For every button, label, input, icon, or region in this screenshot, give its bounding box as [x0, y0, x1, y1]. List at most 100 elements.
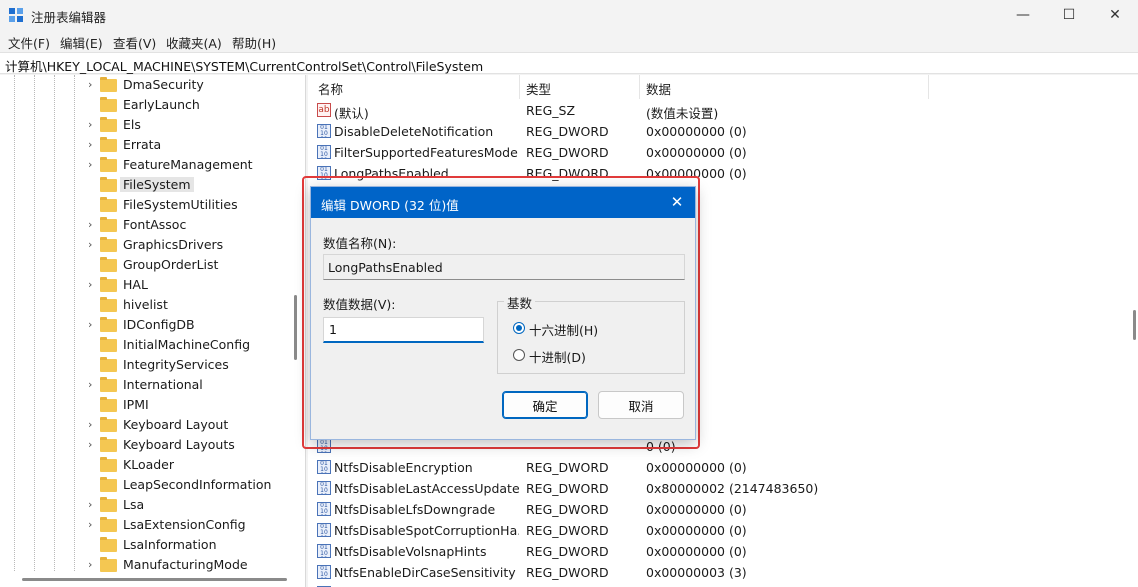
- ok-button[interactable]: 确定: [502, 391, 588, 419]
- value-type: REG_DWORD: [526, 502, 609, 517]
- chevron-right-icon[interactable]: ›: [88, 517, 98, 533]
- menu-favorites[interactable]: 收藏夹(A): [166, 33, 222, 52]
- value-row[interactable]: 01 10 01NtfsDisableVolsnapHints REG_DWORD…: [308, 541, 1138, 562]
- value-row[interactable]: 01 10 01NtfsDisableEncryption REG_DWORD 0x…: [308, 457, 1138, 478]
- minimize-button[interactable]: —: [1000, 0, 1046, 30]
- chevron-right-icon[interactable]: ›: [88, 77, 98, 93]
- value-row[interactable]: 01 10 01NtfsDisableSpotCorruptionHa... RE…: [308, 520, 1138, 541]
- value-type: REG_DWORD: [526, 460, 609, 475]
- dialog-title-bar[interactable]: 编辑 DWORD (32 位)值 ✕: [311, 187, 695, 218]
- chevron-right-icon[interactable]: ›: [88, 217, 98, 233]
- tree-item[interactable]: › Lsa: [88, 495, 298, 515]
- tree-item[interactable]: › International: [88, 375, 298, 395]
- tree-item-label: LeapSecondInformation: [123, 477, 272, 492]
- chevron-right-icon[interactable]: ›: [88, 317, 98, 333]
- tree-item-label: International: [123, 377, 203, 392]
- chevron-right-icon[interactable]: ›: [88, 157, 98, 173]
- tree-item[interactable]: LeapSecondInformation: [88, 475, 298, 495]
- tree-guide-line: [14, 75, 15, 587]
- value-name: FilterSupportedFeaturesMode: [334, 145, 518, 160]
- folder-icon: [100, 497, 117, 512]
- column-separator[interactable]: [639, 75, 640, 99]
- tree-item[interactable]: EarlyLaunch: [88, 95, 298, 115]
- close-icon: ✕: [1109, 7, 1121, 23]
- value-row[interactable]: 01 10 01NtfsEncryptPagingFileREG_DWORD0x…: [308, 583, 1138, 587]
- key-tree-pane[interactable]: › DmaSecurity EarlyLaunch › Els › Errata › Featu…: [0, 75, 306, 587]
- value-row[interactable]: 01 10 01NtfsDisableLastAccessUpdate REG_D…: [308, 478, 1138, 499]
- tree-item[interactable]: FileSystemUtilities: [88, 195, 298, 215]
- tree-item[interactable]: InitialMachineConfig: [88, 335, 298, 355]
- value-row[interactable]: 01 10 01FilterSupportedFeaturesMode REG_D…: [308, 142, 1138, 163]
- column-separator[interactable]: [928, 75, 929, 99]
- chevron-right-icon[interactable]: ›: [88, 137, 98, 153]
- tree-item[interactable]: › LsaExtensionConfig: [88, 515, 298, 535]
- tree-item[interactable]: › GraphicsDrivers: [88, 235, 298, 255]
- menu-help[interactable]: 帮助(H): [232, 33, 276, 52]
- radio-hex[interactable]: [513, 322, 525, 334]
- value-row[interactable]: 01 10 01NtfsDisableLfsDowngrade REG_DWORD…: [308, 499, 1138, 520]
- column-separator[interactable]: [519, 75, 520, 99]
- tree-item[interactable]: KLoader: [88, 455, 298, 475]
- column-header-name[interactable]: 名称: [318, 79, 343, 98]
- chevron-right-icon[interactable]: ›: [88, 277, 98, 293]
- string-value-icon: ab: [317, 103, 331, 117]
- tree-item[interactable]: LsaInformation: [88, 535, 298, 555]
- tree-item[interactable]: FileSystem: [88, 175, 298, 195]
- chevron-right-icon[interactable]: ›: [88, 497, 98, 513]
- tree-item[interactable]: › DmaSecurity: [88, 75, 298, 95]
- value-row[interactable]: ab (默认) REG_SZ (数值未设置): [308, 100, 1138, 121]
- radio-decimal-label[interactable]: 十进制(D): [529, 347, 586, 366]
- list-scrollbar-thumb[interactable]: [1133, 310, 1136, 340]
- tree-item-label: InitialMachineConfig: [123, 337, 251, 352]
- tree-item[interactable]: › Errata: [88, 135, 298, 155]
- address-bar[interactable]: 计算机\HKEY_LOCAL_MACHINE\SYSTEM\CurrentCon…: [0, 52, 1138, 74]
- tree-item[interactable]: GroupOrderList: [88, 255, 298, 275]
- column-header-type[interactable]: 类型: [526, 79, 551, 98]
- value-type: REG_DWORD: [526, 145, 609, 160]
- chevron-right-icon[interactable]: ›: [88, 377, 98, 393]
- tree-item[interactable]: IPMI: [88, 395, 298, 415]
- tree-guide-line: [34, 75, 35, 587]
- chevron-right-icon[interactable]: ›: [88, 237, 98, 253]
- chevron-right-icon[interactable]: ›: [88, 117, 98, 133]
- column-header-data[interactable]: 数据: [646, 79, 671, 98]
- value-data-input[interactable]: [323, 317, 484, 343]
- cancel-button[interactable]: 取消: [598, 391, 684, 419]
- chevron-right-icon: [88, 177, 98, 193]
- tree-item[interactable]: › Els: [88, 115, 298, 135]
- tree-item[interactable]: IntegrityServices: [88, 355, 298, 375]
- binary-value-icon: 01 10 01: [317, 544, 331, 558]
- value-name: NtfsDisableLfsDowngrade: [334, 502, 496, 517]
- value-row[interactable]: 01 10 01NtfsEnableDirCaseSensitivity REG_…: [308, 562, 1138, 583]
- tree-horizontal-scrollbar-thumb[interactable]: [22, 578, 287, 581]
- tree-item[interactable]: › Keyboard Layouts: [88, 435, 298, 455]
- tree-item-label: KLoader: [123, 457, 175, 472]
- chevron-right-icon[interactable]: ›: [88, 417, 98, 433]
- binary-value-icon: 01 10 01: [317, 145, 331, 159]
- dialog-close-icon[interactable]: ✕: [667, 192, 687, 212]
- tree-item[interactable]: › IDConfigDB: [88, 315, 298, 335]
- tree-horizontal-scrollbar[interactable]: [0, 572, 290, 587]
- maximize-button[interactable]: ☐: [1046, 0, 1092, 30]
- tree-item[interactable]: › FeatureManagement: [88, 155, 298, 175]
- tree-item[interactable]: › HAL: [88, 275, 298, 295]
- radio-decimal[interactable]: [513, 349, 525, 361]
- menu-view[interactable]: 查看(V): [113, 33, 156, 52]
- menu-file[interactable]: 文件(F): [8, 33, 50, 52]
- base-groupbox-title: 基数: [504, 293, 536, 312]
- chevron-right-icon[interactable]: ›: [88, 557, 98, 573]
- tree-item[interactable]: hivelist: [88, 295, 298, 315]
- tree-item[interactable]: › Keyboard Layout: [88, 415, 298, 435]
- tree-item-label: HAL: [123, 277, 148, 292]
- title-bar: 注册表编辑器 — ☐ ✕: [0, 0, 1138, 30]
- close-button[interactable]: ✕: [1092, 0, 1138, 30]
- chevron-right-icon: [88, 357, 98, 373]
- value-row[interactable]: 01 10 01DisableDeleteNotification REG_DWO…: [308, 121, 1138, 142]
- tree-item-label: FeatureManagement: [123, 157, 253, 172]
- tree-item[interactable]: › FontAssoc: [88, 215, 298, 235]
- value-data: 0x80000002 (2147483650): [646, 481, 819, 496]
- radio-hex-label[interactable]: 十六进制(H): [529, 320, 598, 339]
- address-path: 计算机\HKEY_LOCAL_MACHINE\SYSTEM\CurrentCon…: [5, 59, 484, 74]
- chevron-right-icon[interactable]: ›: [88, 437, 98, 453]
- menu-edit[interactable]: 编辑(E): [60, 33, 103, 52]
